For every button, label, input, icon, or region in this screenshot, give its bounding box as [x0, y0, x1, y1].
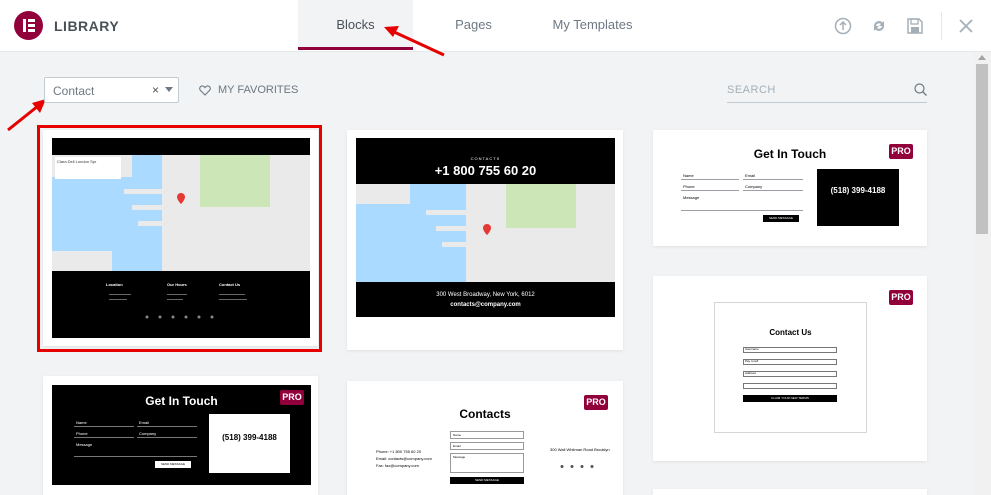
library-title: LIBRARY	[54, 18, 120, 34]
search-input[interactable]: SEARCH	[727, 78, 927, 103]
search-icon	[914, 83, 927, 96]
upload-icon[interactable]	[834, 17, 852, 35]
template-card-partial[interactable]	[653, 489, 927, 495]
form-frame	[714, 302, 867, 433]
clear-filter-icon[interactable]: ×	[152, 83, 159, 97]
card-title: Contacts	[459, 407, 511, 421]
template-card-get-in-touch-black[interactable]: PRO Get In Touch Name Email Phone Compan…	[43, 376, 318, 495]
form-label: Email	[745, 173, 756, 178]
tab-blocks[interactable]: Blocks	[298, 0, 413, 50]
card-phone: (518) 399-4188	[222, 433, 277, 442]
contacts-phone: +1 800 755 60 20	[434, 163, 537, 178]
map-pin-icon	[483, 224, 491, 235]
sync-icon[interactable]	[870, 17, 888, 35]
selected-card-highlight	[37, 125, 322, 352]
template-card-contacts-white[interactable]: PRO Contacts Phone: +1 800 755 60 20 Ema…	[347, 381, 623, 495]
form-label: Phone	[76, 431, 88, 436]
scroll-up-arrow-icon[interactable]	[978, 55, 986, 60]
form-label: Company	[745, 184, 763, 189]
scrollbar[interactable]	[973, 52, 991, 495]
search-placeholder: SEARCH	[727, 84, 776, 96]
form-label: Message	[683, 195, 700, 200]
form-input: Name	[453, 433, 462, 437]
send-message-button: SEND MESSAGE	[763, 215, 799, 222]
template-card-get-in-touch-white[interactable]: PRO Get In Touch Name Email Phone Compan…	[653, 130, 927, 246]
claim-button: CLAIM YOUR NEW TERMS	[743, 395, 837, 402]
library-header: LIBRARY Blocks Pages My Templates	[0, 0, 991, 52]
form-label: Name	[76, 420, 87, 425]
tab-pages[interactable]: Pages	[430, 0, 517, 50]
template-card-contact-us[interactable]: PRO Contact Us Username Pay to left Addr…	[653, 276, 927, 461]
close-icon[interactable]	[957, 17, 975, 35]
send-message-button: SEND MESSAGE	[450, 477, 524, 484]
form-input: Email	[453, 444, 461, 448]
card-phone: (518) 399-4188	[830, 186, 886, 195]
pro-badge: PRO	[889, 290, 913, 305]
send-message-button: SEND MESSAGE	[155, 461, 191, 468]
category-select-value: Contact	[53, 84, 95, 98]
card-title: Get In Touch	[753, 147, 827, 161]
save-icon[interactable]	[906, 17, 924, 35]
form-label: Phone	[683, 184, 695, 189]
contact-info-line: Email: contacts@company.com	[376, 456, 432, 461]
form-input: Pay to left	[745, 359, 759, 363]
tab-my-templates[interactable]: My Templates	[535, 0, 650, 50]
form-input: Username	[745, 347, 759, 351]
form-label: Message	[76, 442, 93, 447]
category-select[interactable]: Contact ×	[44, 77, 179, 103]
scrollbar-thumb[interactable]	[976, 64, 988, 234]
card-title: Contact Us	[769, 328, 812, 337]
elementor-logo-icon	[14, 11, 43, 40]
header-divider	[941, 12, 942, 40]
form-label: Name	[683, 173, 694, 178]
form-input: Address	[745, 371, 757, 375]
social-icons-row	[560, 465, 594, 468]
contact-info-box	[817, 169, 899, 226]
contacts-kicker: CONTACTS	[470, 156, 501, 161]
form-label: Email	[139, 420, 150, 425]
my-favorites-label: MY FAVORITES	[218, 84, 299, 96]
contact-info-box	[209, 414, 290, 473]
form-input: Message	[453, 455, 466, 459]
contact-info-line: Phone: +1 800 755 60 20	[376, 449, 422, 454]
contacts-email: contacts@company.com	[450, 302, 521, 308]
contact-info-line: Fax: fax@company.com	[376, 463, 419, 468]
map-preview	[356, 184, 615, 282]
form-label: Company	[139, 431, 157, 436]
card-title: Get In Touch	[145, 394, 218, 408]
contacts-address: 300 West Broadway, New York, 6012	[436, 292, 535, 298]
heart-icon	[199, 85, 211, 96]
template-card-map-phone[interactable]: CONTACTS +1 800 755 60 20 300 West Broad…	[347, 130, 623, 350]
contact-address: 300 Wall Whitman Road Brooklyn	[550, 447, 610, 452]
chevron-down-icon[interactable]	[165, 87, 173, 93]
